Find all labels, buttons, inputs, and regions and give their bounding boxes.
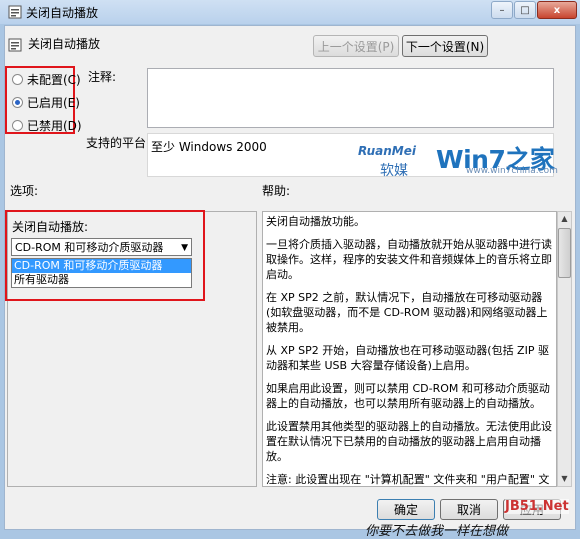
minimize-button[interactable]: – bbox=[491, 1, 513, 19]
supported-platform-label: 支持的平台: bbox=[86, 136, 151, 150]
scroll-up-icon[interactable]: ▲ bbox=[558, 212, 571, 226]
radio-label: 未配置(C) bbox=[27, 73, 81, 87]
help-paragraph: 如果启用此设置，则可以禁用 CD-ROM 和可移动介质驱动器上的自动播放，也可以… bbox=[266, 382, 550, 410]
ok-button[interactable]: 确定 bbox=[377, 499, 435, 520]
help-paragraph: 此设置禁用其他类型的驱动器上的自动播放。无法使用此设置在默认情况下已禁用的自动播… bbox=[266, 420, 552, 463]
options-heading: 选项: bbox=[10, 184, 39, 198]
radio-disabled[interactable]: 已禁用(D) bbox=[12, 117, 82, 134]
help-paragraph: 注意: 此设置出现在 "计算机配置" 文件夹和 "用户配置" 文件夹中。如果两个… bbox=[266, 473, 550, 486]
comment-label: 注释: bbox=[88, 70, 117, 84]
window-title: 关闭自动播放 bbox=[26, 6, 99, 20]
watermark-url: www.win7china.com bbox=[466, 166, 558, 176]
scroll-thumb[interactable] bbox=[558, 228, 571, 278]
help-text: 关闭自动播放功能。 一旦将介质插入驱动器，自动播放就开始从驱动器中进行读取操作。… bbox=[266, 214, 556, 486]
comment-textarea[interactable] bbox=[147, 68, 554, 128]
watermark-brand: RuanMei bbox=[358, 144, 416, 158]
radio-circle[interactable] bbox=[12, 120, 23, 131]
supported-platform-value: 至少 Windows 2000 bbox=[151, 140, 267, 154]
help-panel: 关闭自动播放功能。 一旦将介质插入驱动器，自动播放就开始从驱动器中进行读取操作。… bbox=[262, 211, 557, 487]
scroll-down-icon[interactable]: ▼ bbox=[558, 472, 571, 486]
help-paragraph: 在 XP SP2 之前，默认情况下，自动播放在可移动驱动器(如软盘驱动器，而不是… bbox=[266, 291, 548, 334]
cancel-button[interactable]: 取消 bbox=[440, 499, 498, 520]
help-paragraph: 一旦将介质插入驱动器，自动播放就开始从驱动器中进行读取操作。这样，程序的安装文件… bbox=[266, 238, 552, 281]
help-paragraph: 关闭自动播放功能。 bbox=[266, 215, 365, 228]
radio-circle[interactable] bbox=[12, 97, 23, 108]
policy-icon bbox=[8, 38, 22, 52]
next-setting-button[interactable]: 下一个设置(N) bbox=[402, 35, 488, 57]
dropdown-highlight-box bbox=[5, 210, 205, 301]
help-paragraph: 从 XP SP2 开始，自动播放也在可移动驱动器(包括 ZIP 驱动器和某些 U… bbox=[266, 344, 549, 372]
watermark-brand-cn: 软媒 bbox=[380, 163, 408, 179]
radio-circle[interactable] bbox=[12, 74, 23, 85]
radio-label: 已禁用(D) bbox=[27, 119, 82, 133]
close-button[interactable]: x bbox=[537, 1, 577, 19]
previous-setting-button[interactable]: 上一个设置(P) bbox=[313, 35, 399, 57]
maximize-button[interactable]: □ bbox=[514, 1, 536, 19]
watermark-caption: 你要不去做我一样在想做 bbox=[365, 524, 509, 539]
help-heading: 帮助: bbox=[262, 184, 291, 198]
watermark-jb51: JB51.Net bbox=[505, 499, 569, 514]
radio-not-configured[interactable]: 未配置(C) bbox=[12, 71, 81, 88]
policy-icon bbox=[8, 5, 22, 19]
radio-enabled[interactable]: 已启用(E) bbox=[12, 94, 80, 111]
setting-title: 关闭自动播放 bbox=[28, 37, 101, 51]
radio-label: 已启用(E) bbox=[27, 96, 80, 110]
